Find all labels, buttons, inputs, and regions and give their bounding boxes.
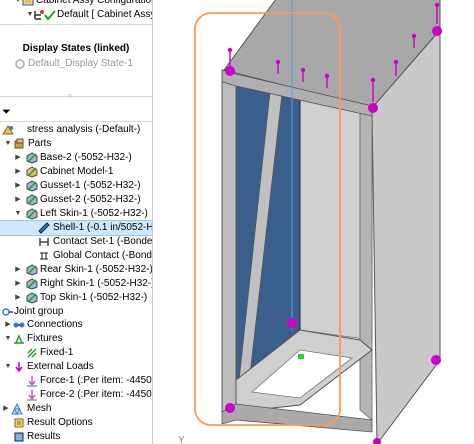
fixtures-icon — [14, 334, 24, 344]
default-config-label: Default [ Cabinet Assy — [57, 9, 152, 20]
result-options-icon — [14, 418, 24, 428]
results-label: Results — [27, 431, 61, 442]
parts-label: Parts — [28, 138, 52, 149]
part-label: Gusset-2 (-5052-H32-) — [40, 194, 141, 205]
part-label: Base-2 (-5052-H32-) — [40, 152, 132, 163]
separator — [0, 96, 152, 97]
part-label: Left Skin-1 (-5052-H32-) — [40, 208, 148, 219]
indicator-icon: ○ — [138, 208, 143, 215]
expand-arrow-icon[interactable]: ▼ — [4, 332, 12, 346]
expand-arrow-icon[interactable]: ▶ — [14, 151, 22, 165]
load-point-icon — [225, 66, 235, 76]
study-label: stress analysis (-Default-) — [27, 124, 141, 135]
separator — [0, 24, 152, 25]
contact-set-label: Contact Set-1 (-Bonde — [53, 236, 152, 247]
splitter-grip-icon[interactable]: ○ — [68, 93, 72, 99]
fixed-label: Fixed-1 — [40, 347, 74, 358]
expand-arrow-icon[interactable]: ▼ — [14, 207, 22, 221]
study-icon — [2, 125, 14, 135]
expand-arrow-icon[interactable]: ▼ — [4, 137, 12, 151]
sheet-metal-part-icon — [26, 194, 38, 206]
contact-set-icon — [39, 238, 49, 246]
expand-arrow-icon[interactable]: ▶ — [14, 165, 22, 179]
mesh-icon — [11, 403, 23, 415]
expand-arrow-icon[interactable]: ▼ — [14, 0, 22, 8]
expand-arrow-icon[interactable]: ▶ — [14, 179, 22, 193]
separator — [0, 121, 152, 122]
axis-triad-icon: Y — [178, 435, 185, 444]
joint-group-label: Joint group — [14, 306, 64, 317]
display-states-header: Display States (linked) — [22, 43, 130, 54]
fixture-marker-icon — [298, 354, 304, 359]
shell-label: Shell-1 (-0.1 in/5052-H — [53, 222, 152, 233]
graphics-viewport[interactable]: Y — [153, 0, 474, 444]
external-loads-icon — [15, 362, 23, 373]
feature-tree-panel: ▼ Cabinet Assy Configuration(s ▼ Default… — [0, 0, 152, 444]
shell-icon — [38, 222, 50, 234]
part-label: Top Skin-1 (-5052-H32-) — [40, 292, 148, 303]
mesh-label: Mesh — [27, 403, 52, 414]
fixed-geometry-icon — [27, 348, 37, 358]
expand-arrow-icon[interactable]: ▼ — [4, 360, 12, 374]
global-contact-label: Global Contact (-Bonde — [53, 250, 152, 261]
configuration-icon — [22, 0, 34, 6]
external-loads-label: External Loads — [27, 361, 94, 372]
sheet-metal-part-icon — [26, 180, 38, 192]
front-bottom-beam[interactable] — [221, 403, 373, 433]
sheet-metal-part-icon — [26, 292, 38, 304]
inner-post[interactable] — [359, 107, 373, 421]
cabinet-model[interactable]: Y — [153, 0, 474, 444]
load-point-icon — [225, 403, 235, 413]
filter-icon[interactable]: ⏷ — [2, 105, 11, 119]
front-left-post[interactable] — [221, 69, 237, 413]
display-state-label: Default_Display State-1 — [28, 58, 134, 69]
fixtures-label: Fixtures — [27, 333, 63, 344]
connections-label: Connections — [27, 319, 83, 330]
sheet-metal-part-icon — [26, 208, 38, 220]
global-contact-icon — [40, 252, 48, 260]
load-point-icon — [287, 318, 297, 328]
part-label: Right Skin-1 (-5052-H32-) — [40, 278, 152, 289]
expand-arrow-icon[interactable]: ▶ — [2, 402, 10, 416]
load-point-icon — [368, 103, 378, 113]
sheet-metal-part-icon — [26, 264, 38, 276]
sheet-metal-part-icon — [26, 152, 38, 164]
sheet-metal-part-icon — [26, 278, 38, 290]
force-label: Force-1 (:Per item: -4450 — [40, 375, 152, 386]
shell-row-selected[interactable]: Shell-1 (-0.1 in/5052-H — [0, 220, 152, 236]
part-label: Rear Skin-1 (-5052-H32-) — [40, 264, 152, 275]
load-point-icon — [432, 26, 442, 36]
part-icon — [26, 166, 38, 178]
joint-group-icon — [2, 308, 13, 316]
part-label: Gusset-1 (-5052-H32-) — [40, 180, 141, 191]
expand-arrow-icon[interactable]: ▶ — [14, 263, 22, 277]
part-label: Cabinet Model-1 — [40, 166, 114, 177]
result-options-label: Result Options — [27, 417, 93, 428]
connections-icon — [13, 322, 25, 328]
force-icon — [27, 390, 37, 401]
expand-arrow-icon[interactable]: ▶ — [14, 291, 22, 305]
display-state-icon — [15, 59, 25, 69]
expand-arrow-icon[interactable]: ▶ — [4, 318, 12, 332]
checkmark-icon — [44, 10, 56, 21]
load-point-icon — [431, 355, 441, 365]
expand-arrow-icon[interactable]: ▶ — [14, 277, 22, 291]
results-icon — [14, 432, 24, 442]
force-label: Force-2 (:Per item: -4450 — [40, 389, 152, 400]
force-icon — [27, 376, 37, 387]
parts-icon — [14, 138, 24, 149]
config-label: Cabinet Assy Configuration(s — [36, 0, 152, 6]
expand-arrow-icon[interactable]: ▶ — [14, 193, 22, 207]
